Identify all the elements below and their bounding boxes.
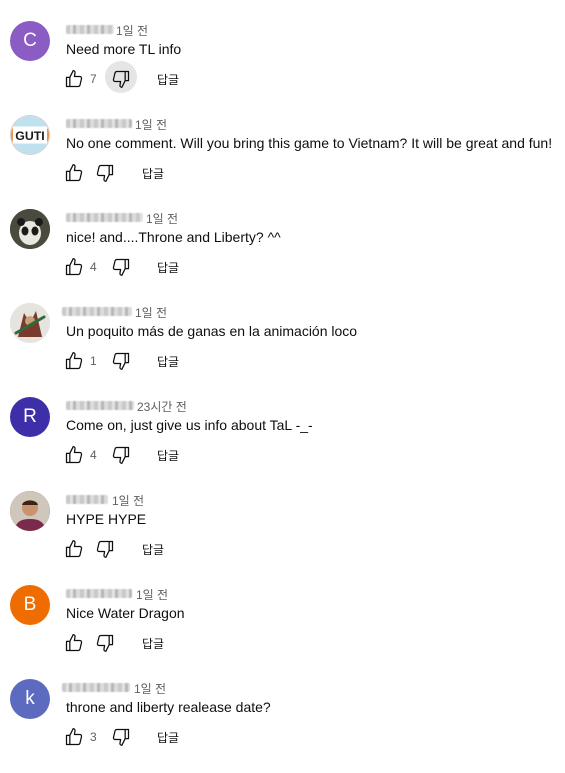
- comment-actions: 1 답글: [0, 348, 300, 374]
- comment-actions: 답글: [0, 160, 300, 186]
- like-count: 1: [90, 354, 97, 368]
- dislike-button[interactable]: [105, 61, 137, 93]
- dislike-icon: [112, 728, 130, 746]
- reply-button[interactable]: 답글: [142, 541, 164, 558]
- comment: GUTI 1일 전 No one comment. Will you bring…: [0, 115, 565, 209]
- comment-actions: 답글: [0, 630, 300, 656]
- like-count: 3: [90, 730, 97, 744]
- reply-button[interactable]: 답글: [157, 353, 179, 370]
- reply-button[interactable]: 답글: [142, 165, 164, 182]
- avatar[interactable]: GUTI: [10, 115, 50, 155]
- author-name-blurred[interactable]: [66, 589, 132, 598]
- author-name-blurred[interactable]: [62, 307, 132, 316]
- dislike-icon: [96, 634, 114, 652]
- author-name-blurred[interactable]: [66, 119, 132, 128]
- comment-time[interactable]: 1일 전: [146, 210, 178, 227]
- dislike-button[interactable]: [105, 437, 137, 469]
- comment-text: Need more TL info: [66, 41, 182, 57]
- comment-text: No one comment. Will you bring this game…: [66, 135, 553, 151]
- comment-text: Nice Water Dragon: [66, 605, 185, 621]
- like-icon[interactable]: [64, 351, 84, 371]
- avatar[interactable]: k: [10, 679, 50, 719]
- dislike-icon: [112, 352, 130, 370]
- dislike-button[interactable]: [105, 719, 137, 751]
- avatar[interactable]: [10, 303, 50, 343]
- author-name-blurred[interactable]: [66, 401, 134, 410]
- comment-text: throne and liberty realease date?: [66, 699, 271, 715]
- comment-actions: 3 답글: [0, 724, 300, 750]
- like-count: 4: [90, 260, 97, 274]
- author-name-blurred[interactable]: [66, 495, 108, 504]
- comment: R 23시간 전 Come on, just give us info abou…: [0, 397, 565, 491]
- like-icon[interactable]: [64, 445, 84, 465]
- avatar[interactable]: [10, 209, 50, 249]
- dislike-icon: [112, 70, 130, 88]
- dislike-button[interactable]: [89, 625, 121, 657]
- comment-actions: 4 답글: [0, 254, 300, 280]
- reply-button[interactable]: 답글: [157, 447, 179, 464]
- comment-time[interactable]: 1일 전: [136, 586, 168, 603]
- comment-actions: 4 답글: [0, 442, 300, 468]
- like-icon[interactable]: [64, 69, 84, 89]
- reply-button[interactable]: 답글: [157, 259, 179, 276]
- comment-time[interactable]: 23시간 전: [137, 398, 187, 415]
- dislike-icon: [96, 540, 114, 558]
- dislike-icon: [96, 164, 114, 182]
- dislike-button[interactable]: [89, 531, 121, 563]
- comment: 1일 전 HYPE HYPE 답글: [0, 491, 565, 585]
- dislike-button[interactable]: [105, 343, 137, 375]
- comment-text: nice! and....Throne and Liberty? ^^: [66, 229, 281, 245]
- comment: 1일 전 Un poquito más de ganas en la anima…: [0, 303, 565, 397]
- comment-actions: 답글: [0, 536, 300, 562]
- comment: C 1일 전 Need more TL info 7 답글: [0, 21, 565, 115]
- comment-time[interactable]: 1일 전: [135, 116, 167, 133]
- comment: B 1일 전 Nice Water Dragon 답글: [0, 585, 565, 679]
- like-icon[interactable]: [64, 727, 84, 747]
- like-icon[interactable]: [64, 163, 84, 183]
- dislike-icon: [112, 258, 130, 276]
- author-name-blurred[interactable]: [62, 683, 130, 692]
- comment-time[interactable]: 1일 전: [135, 304, 167, 321]
- comment-text: Come on, just give us info about TaL -_-: [66, 417, 313, 433]
- guti-logo-icon: GUTI: [11, 116, 49, 154]
- comment-time[interactable]: 1일 전: [134, 680, 166, 697]
- like-icon[interactable]: [64, 257, 84, 277]
- avatar[interactable]: B: [10, 585, 50, 625]
- dislike-icon: [112, 446, 130, 464]
- comment: 1일 전 nice! and....Throne and Liberty? ^^…: [0, 209, 565, 303]
- like-count: 4: [90, 448, 97, 462]
- character-avatar-icon: [10, 303, 50, 343]
- author-name-blurred[interactable]: [66, 25, 114, 34]
- comment-text: Un poquito más de ganas en la animación …: [66, 323, 358, 339]
- comment-time[interactable]: 1일 전: [116, 22, 148, 39]
- comment-actions: 7 답글: [0, 61, 300, 93]
- reply-button[interactable]: 답글: [157, 71, 179, 88]
- comment: k 1일 전 throne and liberty realease date?…: [0, 679, 565, 773]
- reply-button[interactable]: 답글: [142, 635, 164, 652]
- like-count: 7: [90, 72, 97, 86]
- author-name-blurred[interactable]: [66, 213, 143, 222]
- like-icon[interactable]: [64, 539, 84, 559]
- panda-avatar-icon: [10, 209, 50, 249]
- avatar[interactable]: R: [10, 397, 50, 437]
- like-icon[interactable]: [64, 633, 84, 653]
- reply-button[interactable]: 답글: [157, 729, 179, 746]
- dislike-button[interactable]: [89, 155, 121, 187]
- comment-time[interactable]: 1일 전: [112, 492, 144, 509]
- avatar[interactable]: C: [10, 21, 50, 61]
- comment-text: HYPE HYPE: [66, 511, 147, 527]
- avatar[interactable]: [10, 491, 50, 531]
- svg-text:GUTI: GUTI: [15, 129, 45, 143]
- dislike-button[interactable]: [105, 249, 137, 281]
- person-avatar-icon: [10, 491, 50, 531]
